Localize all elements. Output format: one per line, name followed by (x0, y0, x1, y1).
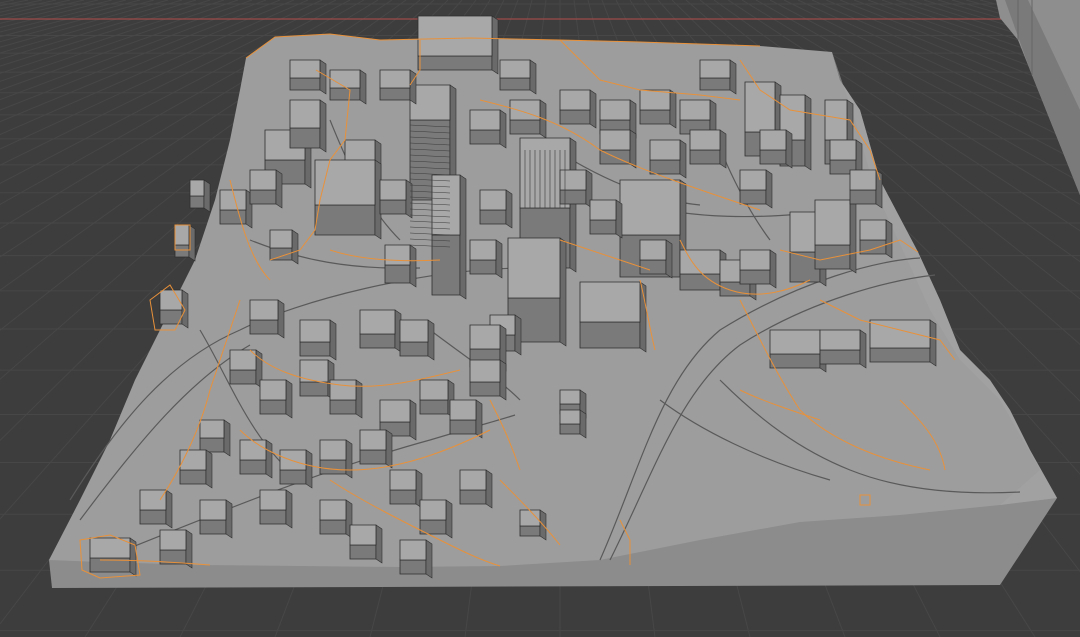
building[interactable] (219, 189, 253, 229)
building[interactable] (689, 129, 727, 169)
building[interactable] (679, 249, 727, 295)
building[interactable] (469, 239, 503, 279)
building[interactable] (814, 199, 857, 274)
building[interactable] (329, 69, 367, 105)
building[interactable] (431, 174, 467, 300)
building[interactable] (479, 189, 513, 229)
building[interactable] (289, 99, 327, 153)
building[interactable] (819, 329, 867, 369)
building[interactable] (319, 439, 353, 479)
building[interactable] (859, 219, 893, 259)
building[interactable] (249, 299, 285, 339)
building[interactable] (759, 129, 793, 169)
building[interactable] (319, 499, 353, 539)
viewport-canvas[interactable] (0, 0, 1080, 637)
building[interactable] (89, 537, 137, 577)
building[interactable] (359, 309, 402, 353)
building[interactable] (259, 489, 293, 529)
building[interactable] (849, 169, 883, 209)
building[interactable] (159, 289, 189, 329)
building[interactable] (174, 224, 196, 262)
building[interactable] (259, 379, 293, 419)
building[interactable] (559, 409, 587, 439)
building[interactable] (739, 249, 777, 289)
building[interactable] (599, 129, 637, 169)
building[interactable] (199, 499, 233, 539)
building[interactable] (499, 59, 537, 95)
building[interactable] (589, 199, 623, 239)
building[interactable] (189, 179, 211, 213)
building[interactable] (379, 179, 413, 219)
building[interactable] (139, 489, 173, 529)
building[interactable] (399, 539, 433, 579)
building[interactable] (299, 359, 335, 401)
building[interactable] (299, 319, 337, 361)
building[interactable] (419, 379, 455, 419)
3d-viewport[interactable] (0, 0, 1080, 637)
building[interactable] (389, 469, 423, 509)
building[interactable] (379, 69, 417, 105)
building[interactable] (579, 281, 647, 353)
building[interactable] (559, 89, 597, 129)
building[interactable] (469, 109, 507, 149)
building[interactable] (359, 429, 393, 469)
building[interactable] (239, 439, 273, 479)
building[interactable] (699, 59, 737, 95)
building[interactable] (399, 319, 435, 361)
building[interactable] (739, 169, 773, 209)
building[interactable] (639, 239, 673, 279)
building[interactable] (249, 169, 283, 209)
building[interactable] (869, 319, 937, 367)
building[interactable] (229, 349, 263, 389)
building[interactable] (649, 139, 687, 179)
building[interactable] (639, 89, 677, 129)
building[interactable] (179, 449, 213, 489)
building[interactable] (449, 399, 483, 439)
building[interactable] (459, 469, 493, 509)
building[interactable] (769, 329, 827, 373)
building[interactable] (469, 359, 507, 401)
building[interactable] (289, 59, 327, 95)
building[interactable] (417, 15, 499, 75)
building[interactable] (279, 449, 313, 489)
building[interactable] (509, 99, 547, 139)
building[interactable] (384, 244, 417, 288)
building[interactable] (314, 159, 382, 240)
building[interactable] (349, 524, 383, 564)
